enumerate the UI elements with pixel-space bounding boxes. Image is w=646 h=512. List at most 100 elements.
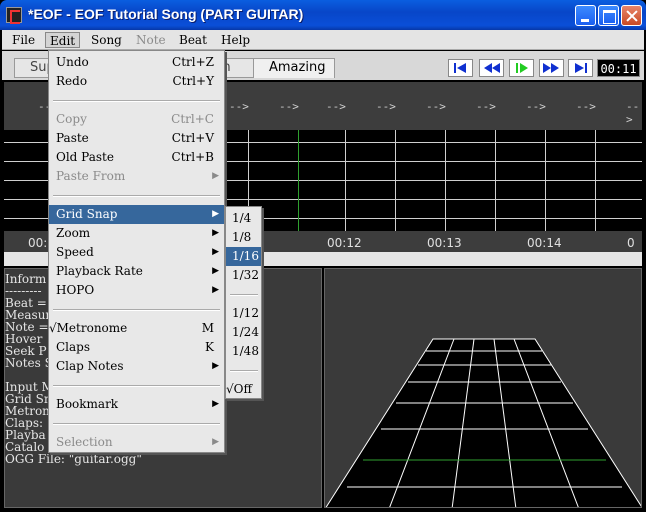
seek-end-button[interactable]: [568, 59, 593, 77]
menu-item-label: Old Paste: [56, 150, 114, 164]
menu-item-label: 1/24: [232, 325, 259, 339]
menu-separator: [53, 423, 220, 425]
submenu-arrow-icon: ▶: [212, 228, 219, 238]
menu-item-label: Zoom: [56, 226, 91, 240]
beat-line: [545, 130, 546, 231]
beat-arrow: -->: [476, 100, 496, 113]
menu-edit[interactable]: Edit: [45, 32, 81, 48]
playback-clock: 00:11: [597, 59, 640, 77]
title-bar: *EOF - EOF Tutorial Song (PART GUITAR): [0, 0, 646, 30]
menu-item-label: 1/48: [232, 344, 259, 358]
maximize-button[interactable]: [598, 5, 619, 26]
menu-item-label: Grid Snap: [56, 207, 118, 221]
menu-separator: [53, 195, 220, 197]
time-label: 00:14: [527, 236, 562, 250]
skip-start-icon: [454, 63, 466, 73]
beat-arrow: -->: [279, 100, 299, 113]
seek-position-line: [298, 130, 299, 231]
menu-item-label: Copy: [56, 112, 87, 126]
menu-bar: File Edit Song Note Beat Help: [2, 30, 644, 50]
tab-difficulty-amazing[interactable]: Amazing: [253, 58, 335, 78]
submenu-arrow-icon: ▶: [212, 247, 219, 257]
menu-item-label: Paste: [56, 131, 89, 145]
submenu-arrow-icon: ▶: [212, 266, 219, 276]
beat-arrow: -->: [376, 100, 396, 113]
shortcut-label: Ctrl+B: [171, 150, 214, 164]
menu-item-label: Paste From: [56, 169, 126, 183]
fast-forward-button[interactable]: [539, 59, 564, 77]
menu-item-old-paste[interactable]: Old Paste Ctrl+B: [49, 148, 224, 167]
menu-item-metronome[interactable]: √Metronome M: [49, 319, 224, 338]
window-title: *EOF - EOF Tutorial Song (PART GUITAR): [28, 6, 304, 22]
edit-menu-dropdown: Undo Ctrl+Z Redo Ctrl+Y Copy Ctrl+C Paste Ct…: [48, 50, 225, 453]
close-button[interactable]: [621, 5, 642, 26]
rewind-button[interactable]: [479, 59, 504, 77]
shortcut-label: Ctrl+Z: [172, 55, 214, 69]
menu-item-label: 1/32: [232, 268, 259, 282]
play-button[interactable]: [509, 59, 534, 77]
menu-item-undo[interactable]: Undo Ctrl+Z: [49, 53, 224, 72]
menu-song[interactable]: Song: [87, 32, 126, 48]
beat-arrow: -->: [626, 100, 640, 126]
menu-item-label: 1/16: [232, 249, 259, 263]
grid-snap-submenu: 1/4 1/8 1/16 1/32 1/12 1/24 1/48 √Off: [225, 206, 262, 399]
menu-item-clap-notes[interactable]: Clap Notes ▶: [49, 357, 224, 376]
menu-item-grid-snap[interactable]: Grid Snap ▶: [49, 205, 224, 224]
submenu-arrow-icon: ▶: [212, 437, 219, 447]
menu-item-label: Selection: [56, 435, 113, 449]
menu-file[interactable]: File: [8, 32, 39, 48]
menu-item-speed[interactable]: Speed ▶: [49, 243, 224, 262]
snap-option-1-24[interactable]: 1/24: [226, 323, 261, 342]
time-label: 0: [627, 236, 635, 250]
menu-item-label: 1/12: [232, 306, 259, 320]
menu-separator: [53, 385, 220, 387]
snap-option-1-8[interactable]: 1/8: [226, 228, 261, 247]
menu-separator: [230, 294, 258, 296]
menu-item-playback-rate[interactable]: Playback Rate ▶: [49, 262, 224, 281]
menu-item-claps[interactable]: Claps K: [49, 338, 224, 357]
menu-item-selection[interactable]: Selection ▶: [49, 433, 224, 452]
snap-option-1-12[interactable]: 1/12: [226, 304, 261, 323]
minimize-button[interactable]: [575, 5, 596, 26]
menu-item-hopo[interactable]: HOPO ▶: [49, 281, 224, 300]
time-label: 00:13: [427, 236, 462, 250]
submenu-arrow-icon: ▶: [212, 361, 219, 371]
menu-separator: [53, 309, 220, 311]
menu-item-paste-from[interactable]: Paste From ▶: [49, 167, 224, 186]
info-line: OGG File: "guitar.ogg": [5, 452, 142, 466]
beat-line: [495, 130, 496, 231]
snap-option-1-32[interactable]: 1/32: [226, 266, 261, 285]
menu-item-label: 1/8: [232, 230, 252, 244]
menu-item-bookmark[interactable]: Bookmark ▶: [49, 395, 224, 414]
beat-line: [445, 130, 446, 231]
submenu-arrow-icon: ▶: [212, 209, 219, 219]
menu-help[interactable]: Help: [217, 32, 254, 48]
beat-line: [395, 130, 396, 231]
menu-item-zoom[interactable]: Zoom ▶: [49, 224, 224, 243]
menu-item-label: Bookmark: [56, 397, 119, 411]
submenu-arrow-icon: ▶: [212, 171, 219, 181]
snap-option-1-48[interactable]: 1/48: [226, 342, 261, 361]
time-label: 00:: [28, 236, 48, 250]
app-icon[interactable]: [6, 7, 22, 24]
snap-option-1-16[interactable]: 1/16: [226, 247, 261, 266]
menu-item-label: Clap Notes: [56, 359, 124, 373]
seek-start-button[interactable]: [448, 59, 473, 77]
menu-item-label: Playback Rate: [56, 264, 143, 278]
snap-option-off[interactable]: √Off: [226, 380, 261, 399]
menu-item-label: Claps: [56, 340, 91, 354]
menu-beat[interactable]: Beat: [175, 32, 211, 48]
menu-item-label: Undo: [56, 55, 89, 69]
fretboard-3d-view: [325, 338, 641, 507]
submenu-arrow-icon: ▶: [212, 399, 219, 409]
menu-item-label: Redo: [56, 74, 88, 88]
beat-arrow: -->: [526, 100, 546, 113]
menu-note[interactable]: Note: [132, 32, 170, 48]
menu-item-copy[interactable]: Copy Ctrl+C: [49, 110, 224, 129]
submenu-arrow-icon: ▶: [212, 285, 219, 295]
snap-option-1-4[interactable]: 1/4: [226, 209, 261, 228]
menu-item-redo[interactable]: Redo Ctrl+Y: [49, 72, 224, 91]
menu-item-label: Speed: [56, 245, 94, 259]
beat-arrow: -->: [326, 100, 346, 113]
menu-item-paste[interactable]: Paste Ctrl+V: [49, 129, 224, 148]
